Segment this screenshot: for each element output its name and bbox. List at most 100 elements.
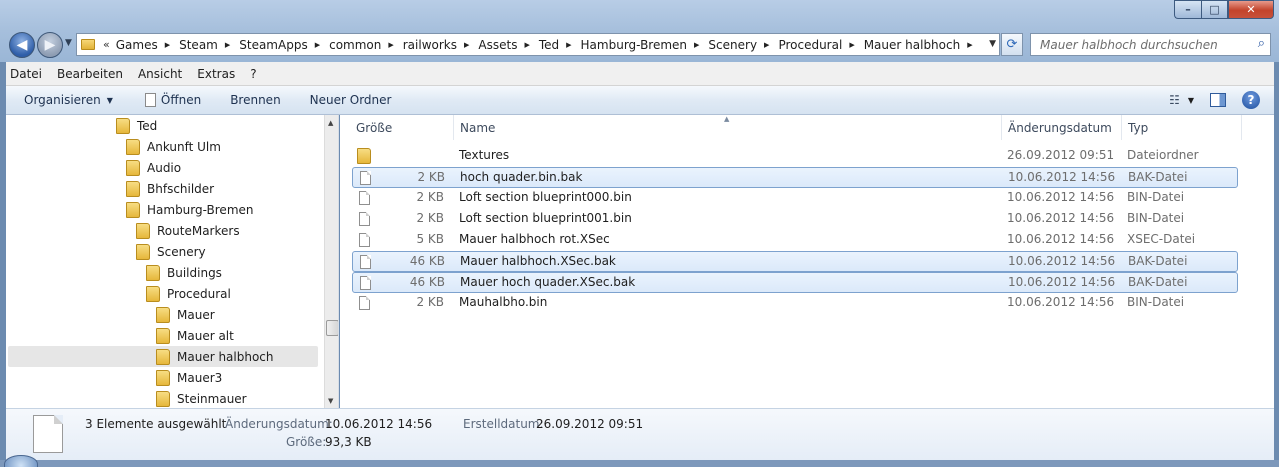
breadcrumb-separator-icon[interactable]: ▶ — [225, 41, 230, 49]
search-icon[interactable]: ⌕ — [1258, 36, 1265, 51]
menu-file[interactable]: Datei — [10, 67, 42, 81]
file-row[interactable]: Textures 26.09.2012 09:51 Dateiordner — [352, 146, 1238, 167]
help-icon[interactable]: ? — [1242, 91, 1260, 109]
recent-pages-dropdown[interactable]: ▼ — [65, 38, 72, 48]
tree-item-label: Audio — [147, 160, 182, 175]
tree-item[interactable]: RouteMarkers — [136, 220, 240, 241]
tree-item[interactable]: Mauer — [156, 304, 215, 325]
scrollbar-thumb[interactable] — [326, 320, 338, 336]
breadcrumb-item[interactable]: Scenery ▶ — [708, 38, 778, 52]
address-overflow[interactable]: « — [103, 38, 110, 51]
view-details-icon[interactable]: ☷ — [1169, 93, 1180, 107]
file-row[interactable]: 5 KB Mauer halbhoch rot.XSec 10.06.2012 14… — [352, 230, 1238, 251]
sort-ascending-icon: ▲ — [724, 115, 730, 123]
tree-item[interactable]: Mauer alt — [156, 325, 234, 346]
menu-tools[interactable]: Extras — [197, 67, 235, 81]
file-date: 10.06.2012 14:56 — [1008, 170, 1116, 184]
view-options-chevron-icon[interactable]: ▼ — [1188, 96, 1194, 105]
taskbar — [0, 460, 1279, 467]
scroll-up-icon[interactable]: ▲ — [328, 119, 333, 127]
tree-item[interactable]: Scenery — [136, 241, 206, 262]
file-type: BAK-Datei — [1128, 275, 1188, 289]
folder-icon — [81, 39, 95, 50]
file-row[interactable]: 46 KB Mauer hoch quader.XSec.bak 10.06.201… — [352, 272, 1238, 293]
breadcrumb-item[interactable]: Games ▶ — [116, 38, 179, 52]
tree-item[interactable]: Steinmauer — [156, 388, 247, 408]
new-folder-button[interactable]: Neuer Ordner — [310, 93, 392, 107]
folder-icon — [146, 285, 160, 302]
breadcrumb-separator-icon[interactable]: ▶ — [764, 41, 769, 49]
refresh-button[interactable]: ⟳ — [1001, 33, 1023, 56]
forward-button[interactable]: ▶ — [37, 32, 63, 58]
column-header-date[interactable]: Änderungsdatum — [1002, 115, 1122, 140]
window-caption-buttons: – □ ✕ — [1174, 0, 1274, 20]
menu-view[interactable]: Ansicht — [138, 67, 182, 81]
breadcrumb-item[interactable]: Ted ▶ — [539, 38, 581, 52]
breadcrumb-separator-icon[interactable]: ▶ — [566, 41, 571, 49]
breadcrumb-item[interactable]: Procedural ▶ — [778, 38, 863, 52]
breadcrumb-separator-icon[interactable]: ▶ — [524, 41, 529, 49]
breadcrumb-separator-icon[interactable]: ▶ — [967, 41, 972, 49]
breadcrumb-item[interactable]: Assets ▶ — [478, 38, 538, 52]
tree-item-label: Hamburg-Bremen — [147, 202, 254, 217]
breadcrumb-label: Games — [115, 37, 158, 52]
file-row[interactable]: 2 KB Loft section blueprint000.bin 10.06.2… — [352, 188, 1238, 209]
maximize-button[interactable]: □ — [1201, 0, 1228, 19]
tree-item[interactable]: Mauer3 — [156, 367, 222, 388]
breadcrumb-item[interactable]: Mauer halbhoch ▶ — [864, 38, 982, 52]
tree-item[interactable]: Mauer halbhoch — [8, 346, 318, 367]
file-size: 2 KB — [416, 190, 444, 204]
menu-edit[interactable]: Bearbeiten — [57, 67, 123, 81]
tree-item[interactable]: Hamburg-Bremen — [126, 199, 254, 220]
tree-item[interactable]: Ted — [116, 115, 157, 136]
tree-item[interactable]: Buildings — [146, 262, 222, 283]
breadcrumb-label: SteamApps — [239, 37, 308, 52]
breadcrumb-separator-icon[interactable]: ▶ — [388, 41, 393, 49]
modified-value: 10.06.2012 14:56 — [325, 417, 433, 431]
file-date: 10.06.2012 14:56 — [1007, 232, 1115, 246]
close-button[interactable]: ✕ — [1228, 0, 1274, 19]
breadcrumb-separator-icon[interactable]: ▶ — [315, 41, 320, 49]
breadcrumb-item[interactable]: SteamApps ▶ — [239, 38, 329, 52]
tree-item-label: RouteMarkers — [157, 223, 240, 238]
burn-button[interactable]: Brennen — [230, 93, 280, 107]
scroll-down-icon[interactable]: ▼ — [328, 397, 333, 405]
open-button[interactable]: Öffnen — [144, 93, 201, 107]
file-row[interactable]: 2 KB Loft section blueprint001.bin 10.06.2… — [352, 209, 1238, 230]
file-row[interactable]: 46 KB Mauer halbhoch.XSec.bak 10.06.2012 1… — [352, 251, 1238, 272]
search-box[interactable]: ⌕ — [1030, 33, 1271, 56]
breadcrumb-separator-icon[interactable]: ▶ — [464, 41, 469, 49]
breadcrumb-separator-icon[interactable]: ▶ — [165, 41, 170, 49]
file-row[interactable]: 2 KB hoch quader.bin.bak 10.06.2012 14:56 B… — [352, 167, 1238, 188]
breadcrumb-separator-icon[interactable]: ▶ — [694, 41, 699, 49]
tree-item[interactable]: Bhfschilder — [126, 178, 214, 199]
start-button[interactable] — [4, 455, 38, 467]
organize-button[interactable]: Organisieren ▼ — [24, 93, 113, 107]
tree-item[interactable]: Ankunft Ulm — [126, 136, 221, 157]
minimize-button[interactable]: – — [1174, 0, 1201, 19]
preview-pane-icon[interactable] — [1210, 93, 1226, 107]
breadcrumb-separator-icon[interactable]: ▶ — [849, 41, 854, 49]
breadcrumb-item[interactable]: railworks ▶ — [403, 38, 479, 52]
tree-item[interactable]: Procedural — [146, 283, 231, 304]
menu-help[interactable]: ? — [250, 67, 256, 81]
tree-item[interactable]: Audio — [126, 157, 181, 178]
tree-item-label: Bhfschilder — [147, 181, 215, 196]
search-input[interactable] — [1031, 34, 1241, 55]
address-history-dropdown[interactable]: ▼ — [989, 39, 996, 49]
folder-icon — [357, 148, 371, 164]
folder-icon — [136, 222, 150, 239]
breadcrumb-item[interactable]: common ▶ — [329, 38, 403, 52]
file-name: Mauer hoch quader.XSec.bak — [460, 275, 636, 289]
tree-item-label: Procedural — [167, 286, 231, 301]
breadcrumb-item[interactable]: Steam ▶ — [179, 38, 239, 52]
file-row[interactable]: 2 KB Mauhalbho.bin 10.06.2012 14:56 BIN-Dat… — [352, 293, 1238, 314]
address-bar[interactable]: « Games ▶ Steam ▶ SteamApps ▶ common ▶ railworks… — [76, 33, 1000, 56]
file-size: 46 KB — [409, 254, 445, 268]
tree-scrollbar[interactable]: ▲ ▼ — [324, 115, 338, 408]
column-header-type[interactable]: Typ — [1122, 115, 1242, 140]
chevron-down-icon: ▼ — [106, 95, 113, 105]
back-button[interactable]: ◀ — [9, 32, 35, 58]
column-header-size[interactable]: Größe — [350, 115, 454, 140]
breadcrumb-item[interactable]: Hamburg-Bremen ▶ — [581, 38, 709, 52]
